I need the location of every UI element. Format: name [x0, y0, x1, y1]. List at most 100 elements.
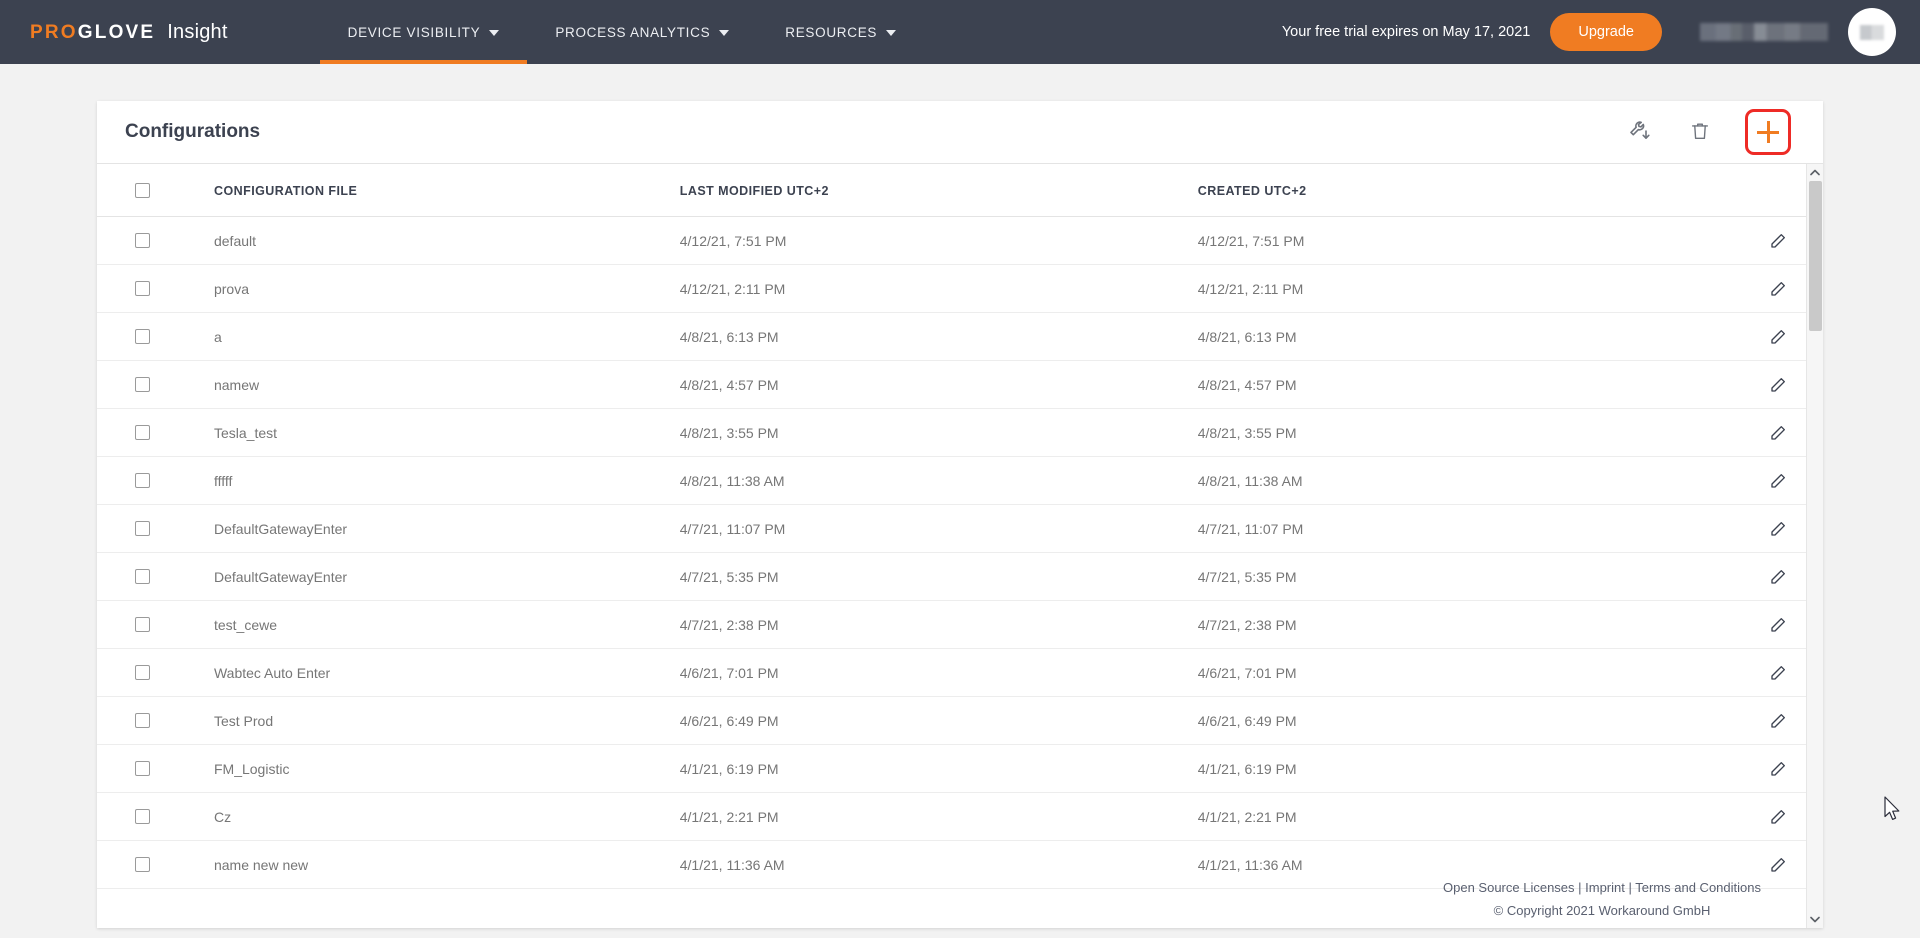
cell-configuration-file: a	[182, 313, 680, 361]
edit-row-button[interactable]	[1765, 660, 1791, 686]
cell-configuration-file: fffff	[182, 457, 680, 505]
page-body: Configurations	[0, 64, 1920, 938]
brand-logo[interactable]: PROGLOVE Insight	[30, 21, 228, 44]
table-row[interactable]: test_cewe4/7/21, 2:38 PM4/7/21, 2:38 PM	[97, 601, 1823, 649]
chevron-down-icon	[489, 30, 499, 36]
column-header-created[interactable]: CREATED UTC+2	[1198, 164, 1734, 217]
nav-item-resources[interactable]: RESOURCES	[757, 0, 924, 64]
upgrade-button[interactable]: Upgrade	[1550, 13, 1662, 51]
edit-row-button[interactable]	[1765, 516, 1791, 542]
scrollbar-thumb[interactable]	[1809, 181, 1822, 331]
pencil-icon	[1769, 766, 1787, 781]
row-select-cell	[97, 457, 182, 505]
pencil-icon	[1769, 862, 1787, 877]
table-row[interactable]: namew4/8/21, 4:57 PM4/8/21, 4:57 PM	[97, 361, 1823, 409]
column-header-last-modified[interactable]: LAST MODIFIED UTC+2	[680, 164, 1198, 217]
column-header-configuration-file[interactable]: CONFIGURATION FILE	[182, 164, 680, 217]
edit-row-button[interactable]	[1765, 276, 1791, 302]
cell-configuration-file: Test Prod	[182, 697, 680, 745]
cell-configuration-file: DefaultGatewayEnter	[182, 553, 680, 601]
row-checkbox[interactable]	[135, 473, 150, 488]
pencil-icon	[1769, 286, 1787, 301]
nav-item-process-analytics[interactable]: PROCESS ANALYTICS	[527, 0, 757, 64]
table-row[interactable]: Cz4/1/21, 2:21 PM4/1/21, 2:21 PM	[97, 793, 1823, 841]
cell-last-modified: 4/1/21, 2:21 PM	[680, 793, 1198, 841]
row-checkbox[interactable]	[135, 617, 150, 632]
edit-row-button[interactable]	[1765, 756, 1791, 782]
row-select-cell	[97, 265, 182, 313]
delete-button[interactable]	[1685, 117, 1715, 147]
cell-configuration-file: test_cewe	[182, 601, 680, 649]
cell-configuration-file: Cz	[182, 793, 680, 841]
row-checkbox[interactable]	[135, 233, 150, 248]
edit-row-button[interactable]	[1765, 324, 1791, 350]
scroll-up-button[interactable]	[1807, 164, 1823, 181]
row-select-cell	[97, 409, 182, 457]
row-checkbox[interactable]	[135, 761, 150, 776]
edit-row-button[interactable]	[1765, 708, 1791, 734]
top-navigation-bar: PROGLOVE Insight DEVICE VISIBILITY PROCE…	[0, 0, 1920, 64]
nav-item-device-visibility[interactable]: DEVICE VISIBILITY	[320, 0, 528, 64]
row-checkbox[interactable]	[135, 809, 150, 824]
row-checkbox[interactable]	[135, 665, 150, 680]
cell-created: 4/7/21, 2:38 PM	[1198, 601, 1734, 649]
table-row[interactable]: prova4/12/21, 2:11 PM4/12/21, 2:11 PM	[97, 265, 1823, 313]
deploy-configuration-button[interactable]	[1625, 117, 1655, 147]
edit-row-button[interactable]	[1765, 852, 1791, 878]
table-row[interactable]: default4/12/21, 7:51 PM4/12/21, 7:51 PM	[97, 217, 1823, 265]
add-configuration-button[interactable]	[1745, 109, 1791, 155]
footer-link-imprint[interactable]: Imprint	[1585, 880, 1625, 895]
table-row[interactable]: FM_Logistic4/1/21, 6:19 PM4/1/21, 6:19 P…	[97, 745, 1823, 793]
cell-last-modified: 4/7/21, 2:38 PM	[680, 601, 1198, 649]
row-checkbox[interactable]	[135, 425, 150, 440]
card-header: Configurations	[97, 101, 1823, 164]
footer: Open Source Licenses | Imprint | Terms a…	[1392, 876, 1812, 922]
trial-expiry-notice: Your free trial expires on May 17, 2021	[1282, 24, 1531, 40]
row-checkbox[interactable]	[135, 521, 150, 536]
table-row[interactable]: Test Prod4/6/21, 6:49 PM4/6/21, 6:49 PM	[97, 697, 1823, 745]
table-row[interactable]: fffff4/8/21, 11:38 AM4/8/21, 11:38 AM	[97, 457, 1823, 505]
cell-configuration-file: namew	[182, 361, 680, 409]
cell-configuration-file: name new new	[182, 841, 680, 889]
cell-created: 4/7/21, 5:35 PM	[1198, 553, 1734, 601]
table-scrollbar[interactable]	[1806, 164, 1823, 928]
cell-configuration-file: DefaultGatewayEnter	[182, 505, 680, 553]
page-title: Configurations	[125, 121, 260, 143]
cell-created: 4/8/21, 11:38 AM	[1198, 457, 1734, 505]
table-row[interactable]: Tesla_test4/8/21, 3:55 PM4/8/21, 3:55 PM	[97, 409, 1823, 457]
footer-link-terms-and-conditions[interactable]: Terms and Conditions	[1635, 880, 1761, 895]
row-checkbox[interactable]	[135, 281, 150, 296]
table-header-row: CONFIGURATION FILE LAST MODIFIED UTC+2 C…	[97, 164, 1823, 217]
table-row[interactable]: DefaultGatewayEnter4/7/21, 5:35 PM4/7/21…	[97, 553, 1823, 601]
edit-row-button[interactable]	[1765, 612, 1791, 638]
main-nav: DEVICE VISIBILITY PROCESS ANALYTICS RESO…	[320, 0, 924, 64]
edit-row-button[interactable]	[1765, 564, 1791, 590]
cell-configuration-file: Wabtec Auto Enter	[182, 649, 680, 697]
row-select-cell	[97, 649, 182, 697]
cell-created: 4/8/21, 6:13 PM	[1198, 313, 1734, 361]
table-row[interactable]: Wabtec Auto Enter4/6/21, 7:01 PM4/6/21, …	[97, 649, 1823, 697]
table-row[interactable]: DefaultGatewayEnter4/7/21, 11:07 PM4/7/2…	[97, 505, 1823, 553]
cell-last-modified: 4/1/21, 6:19 PM	[680, 745, 1198, 793]
plus-icon	[1757, 121, 1779, 143]
row-select-cell	[97, 505, 182, 553]
avatar[interactable]	[1848, 8, 1896, 56]
edit-row-button[interactable]	[1765, 468, 1791, 494]
select-all-checkbox[interactable]	[135, 183, 150, 198]
row-checkbox[interactable]	[135, 857, 150, 872]
row-checkbox[interactable]	[135, 569, 150, 584]
row-checkbox[interactable]	[135, 377, 150, 392]
edit-row-button[interactable]	[1765, 420, 1791, 446]
edit-row-button[interactable]	[1765, 804, 1791, 830]
table-row[interactable]: a4/8/21, 6:13 PM4/8/21, 6:13 PM	[97, 313, 1823, 361]
footer-separator: |	[1625, 880, 1635, 895]
pencil-icon	[1769, 574, 1787, 589]
footer-link-open-source-licenses[interactable]: Open Source Licenses	[1443, 880, 1575, 895]
cell-created: 4/6/21, 7:01 PM	[1198, 649, 1734, 697]
edit-row-button[interactable]	[1765, 228, 1791, 254]
row-checkbox[interactable]	[135, 329, 150, 344]
footer-links: Open Source Licenses | Imprint | Terms a…	[1392, 876, 1812, 899]
cell-created: 4/8/21, 4:57 PM	[1198, 361, 1734, 409]
edit-row-button[interactable]	[1765, 372, 1791, 398]
row-checkbox[interactable]	[135, 713, 150, 728]
